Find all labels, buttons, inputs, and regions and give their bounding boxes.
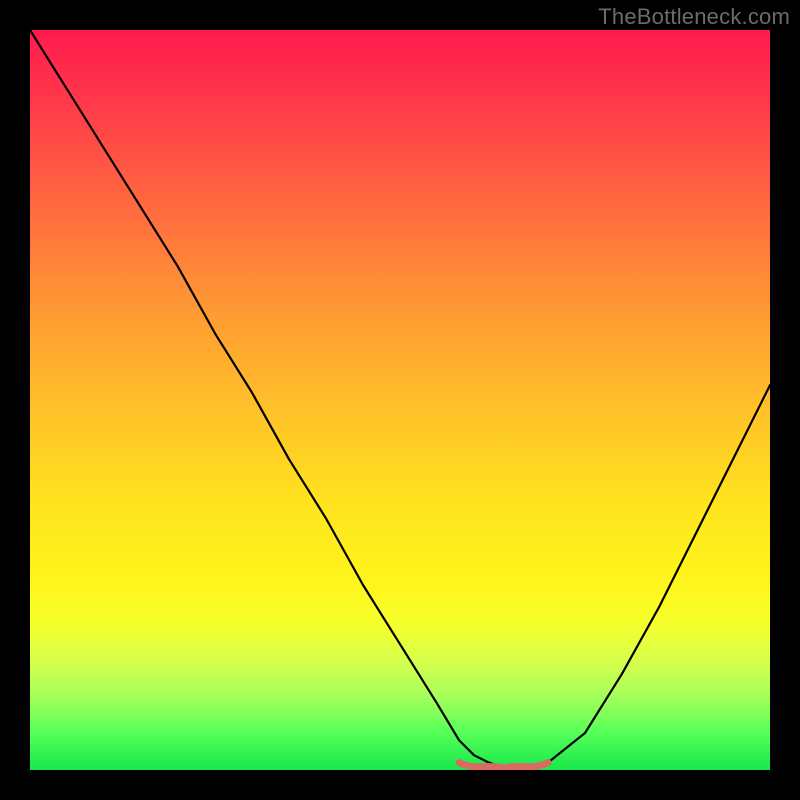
bottleneck-curve-line bbox=[30, 30, 770, 770]
chart-overlay-svg bbox=[30, 30, 770, 770]
chart-stage: TheBottleneck.com bbox=[0, 0, 800, 800]
watermark-text: TheBottleneck.com bbox=[598, 4, 790, 30]
optimal-range-marker bbox=[459, 763, 548, 768]
